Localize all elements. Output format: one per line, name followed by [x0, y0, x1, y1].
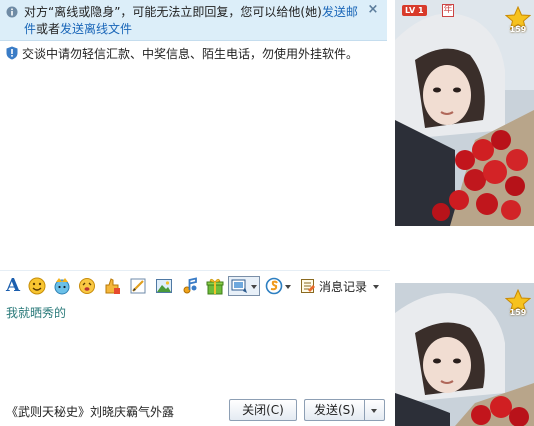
message-input[interactable]: 我就晒秀的: [0, 300, 390, 395]
gift-icon[interactable]: [206, 277, 224, 295]
year-badge: 年: [442, 4, 454, 17]
image-icon[interactable]: [155, 277, 173, 295]
news-link[interactable]: 《武则天秘史》刘晓庆霸气外露: [6, 403, 174, 420]
level-badge: LV 1: [402, 5, 427, 16]
close-icon[interactable]: ×: [367, 3, 379, 16]
notice-text: 对方“离线或隐身”，可能无法立即回复，您可以给他(她)发送邮件或者发送离线文件: [24, 4, 364, 38]
contact-show-avatar[interactable]: LV 1 年 159: [395, 0, 534, 226]
screenshot-icon: [231, 279, 247, 293]
history-label: 消息记录: [319, 280, 368, 294]
chevron-down-icon: [371, 409, 377, 413]
message-input-text: 我就晒秀的: [6, 306, 67, 320]
soso-search-icon[interactable]: [265, 277, 283, 295]
offline-notice-bar: 对方“离线或隐身”，可能无法立即回复，您可以给他(她)发送邮件或者发送离线文件 …: [0, 0, 387, 41]
chevron-down-icon[interactable]: [285, 285, 291, 289]
security-tip: 交谈中请勿轻信汇款、中奖信息、陌生电话，勿使用外挂软件。: [6, 46, 386, 62]
vip-emoticon-icon[interactable]: [103, 277, 121, 295]
chevron-down-icon: [251, 285, 257, 289]
shield-icon: [6, 46, 18, 60]
send-options-button[interactable]: [364, 399, 385, 421]
send-offline-file-link[interactable]: 发送离线文件: [60, 22, 132, 36]
star-icon: 159: [505, 289, 531, 317]
notice-prefix: 对方“离线或隐身”，可能无法立即回复，您可以给他(她): [24, 5, 322, 19]
smiley-icon[interactable]: [28, 277, 46, 295]
star-count: 159: [509, 308, 527, 317]
notice-or: 或者: [36, 22, 61, 36]
input-toolbar: A 消息记录: [0, 274, 390, 298]
close-button[interactable]: 关闭(C): [229, 399, 297, 421]
doodle-icon[interactable]: [129, 277, 147, 295]
security-tip-text: 交谈中请勿轻信汇款、中奖信息、陌生电话，勿使用外挂软件。: [22, 47, 359, 61]
info-icon: [6, 6, 18, 18]
screenshot-button[interactable]: [228, 276, 260, 296]
magic-emoticon-icon[interactable]: [53, 277, 71, 295]
my-show-avatar[interactable]: 159: [395, 283, 534, 426]
send-button[interactable]: 发送(S): [304, 399, 364, 421]
star-icon: 159: [505, 6, 531, 34]
shake-icon[interactable]: [78, 277, 96, 295]
history-icon: [301, 279, 315, 293]
divider: [0, 270, 390, 271]
star-count: 159: [509, 25, 527, 34]
font-button[interactable]: A: [4, 276, 22, 296]
chevron-down-icon: [373, 285, 379, 289]
music-icon[interactable]: [181, 277, 199, 295]
